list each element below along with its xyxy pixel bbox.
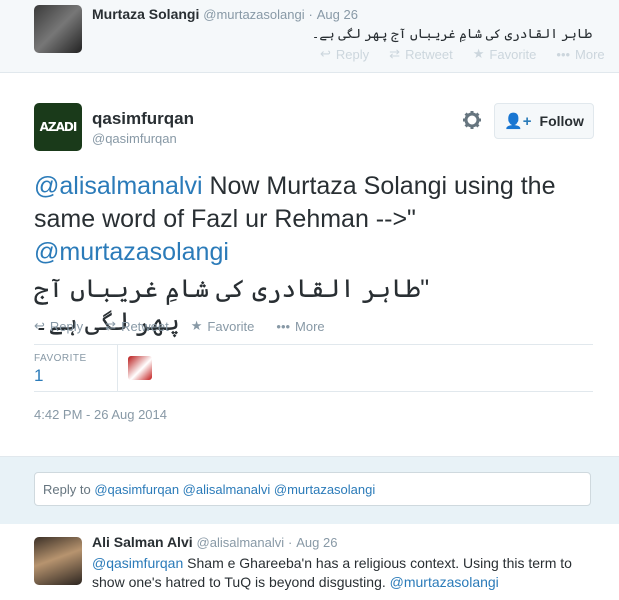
reply-input[interactable]: Reply to @qasimfurqan @alisalmanalvi @mu…: [34, 472, 591, 506]
author-name[interactable]: Murtaza Solangi: [92, 6, 199, 22]
author-name[interactable]: Ali Salman Alvi: [92, 534, 193, 550]
follow-label: Follow: [539, 113, 584, 129]
tweet-time[interactable]: Aug 26: [317, 7, 358, 22]
avatar-logo-text: AZADI: [39, 120, 78, 134]
avatar-qasimfurqan[interactable]: AZADI: [34, 103, 82, 151]
gear-icon[interactable]: [461, 109, 483, 131]
stats-label: FAVORITE: [34, 353, 87, 364]
stats-divider: [117, 345, 118, 391]
previous-tweet[interactable]: Murtaza Solangi @murtazasolangi · Aug 26…: [0, 0, 619, 73]
author-name[interactable]: qasimfurqan: [92, 109, 194, 129]
tweet-actions: ↩ Reply ⇄ Retweet ★ Favorite ••• More: [34, 318, 325, 334]
mention-qasimfurqan[interactable]: @qasimfurqan: [92, 555, 183, 571]
author-handle[interactable]: @qasimfurqan: [92, 131, 177, 146]
more-icon: •••: [276, 318, 291, 334]
separator: ·: [288, 535, 293, 550]
retweet-action[interactable]: ⇄ Retweet: [389, 46, 453, 62]
favorite-action[interactable]: ★ Favorite: [191, 318, 255, 334]
tweet-text: @alisalmanalvi Now Murtaza Solangi using…: [34, 170, 594, 269]
reply-action[interactable]: ↩ Reply: [320, 46, 369, 62]
author-handle[interactable]: @alisalmanalvi: [197, 535, 285, 550]
tweet-header: Murtaza Solangi @murtazasolangi · Aug 26: [92, 6, 358, 22]
separator: ·: [308, 7, 313, 22]
mention-murtazasolangi[interactable]: @murtazasolangi: [390, 574, 499, 590]
more-action[interactable]: ••• More: [276, 318, 324, 334]
favorite-action[interactable]: ★ Favorite: [473, 46, 537, 62]
reply-tweet[interactable]: Ali Salman Alvi @alisalmanalvi · Aug 26 …: [0, 524, 619, 600]
favorite-count[interactable]: 1: [34, 366, 43, 386]
reply-icon: ↩: [34, 318, 45, 333]
main-tweet: AZADI qasimfurqan @qasimfurqan 👤+ Follow…: [0, 73, 619, 456]
more-action[interactable]: ••• More: [556, 46, 604, 62]
mention-alisalmanalvi[interactable]: @alisalmanalvi: [34, 172, 203, 200]
tweet-timestamp[interactable]: 4:42 PM - 26 Aug 2014: [34, 407, 167, 422]
retweet-icon: ⇄: [389, 46, 401, 61]
more-icon: •••: [556, 46, 571, 62]
tweet-time[interactable]: Aug 26: [296, 535, 337, 550]
reply-action[interactable]: ↩ Reply: [34, 318, 83, 334]
avatar-murtaza[interactable]: [34, 5, 82, 53]
reply-prefix: Reply to: [43, 482, 95, 497]
favoriter-avatar[interactable]: [128, 356, 152, 380]
author-handle[interactable]: @murtazasolangi: [203, 7, 304, 22]
retweet-action[interactable]: ⇄ Retweet: [105, 318, 169, 334]
follow-button[interactable]: 👤+ Follow: [494, 103, 594, 139]
tweet-text: طاہر القادری کی شامِ غریباں آج پھر لگی ہ…: [311, 26, 592, 41]
reply-area: Reply to @qasimfurqan @alisalmanalvi @mu…: [0, 456, 619, 525]
reply-icon: ↩: [320, 46, 331, 61]
add-user-icon: 👤+: [504, 113, 532, 130]
divider: [34, 391, 593, 392]
tweet-header: Ali Salman Alvi @alisalmanalvi · Aug 26: [92, 534, 337, 550]
retweet-icon: ⇄: [105, 318, 117, 333]
reply-mentions: @qasimfurqan @alisalmanalvi @murtazasola…: [94, 482, 376, 497]
mention-murtazasolangi[interactable]: @murtazasolangi: [34, 238, 229, 266]
tweet-text: @qasimfurqan Sham e Ghareeba'n has a rel…: [92, 554, 602, 592]
avatar-alisalmanalvi[interactable]: [34, 537, 82, 585]
tweet-actions: ↩ Reply ⇄ Retweet ★ Favorite ••• More: [320, 46, 605, 62]
star-icon: ★: [472, 46, 485, 61]
star-icon: ★: [190, 318, 203, 333]
